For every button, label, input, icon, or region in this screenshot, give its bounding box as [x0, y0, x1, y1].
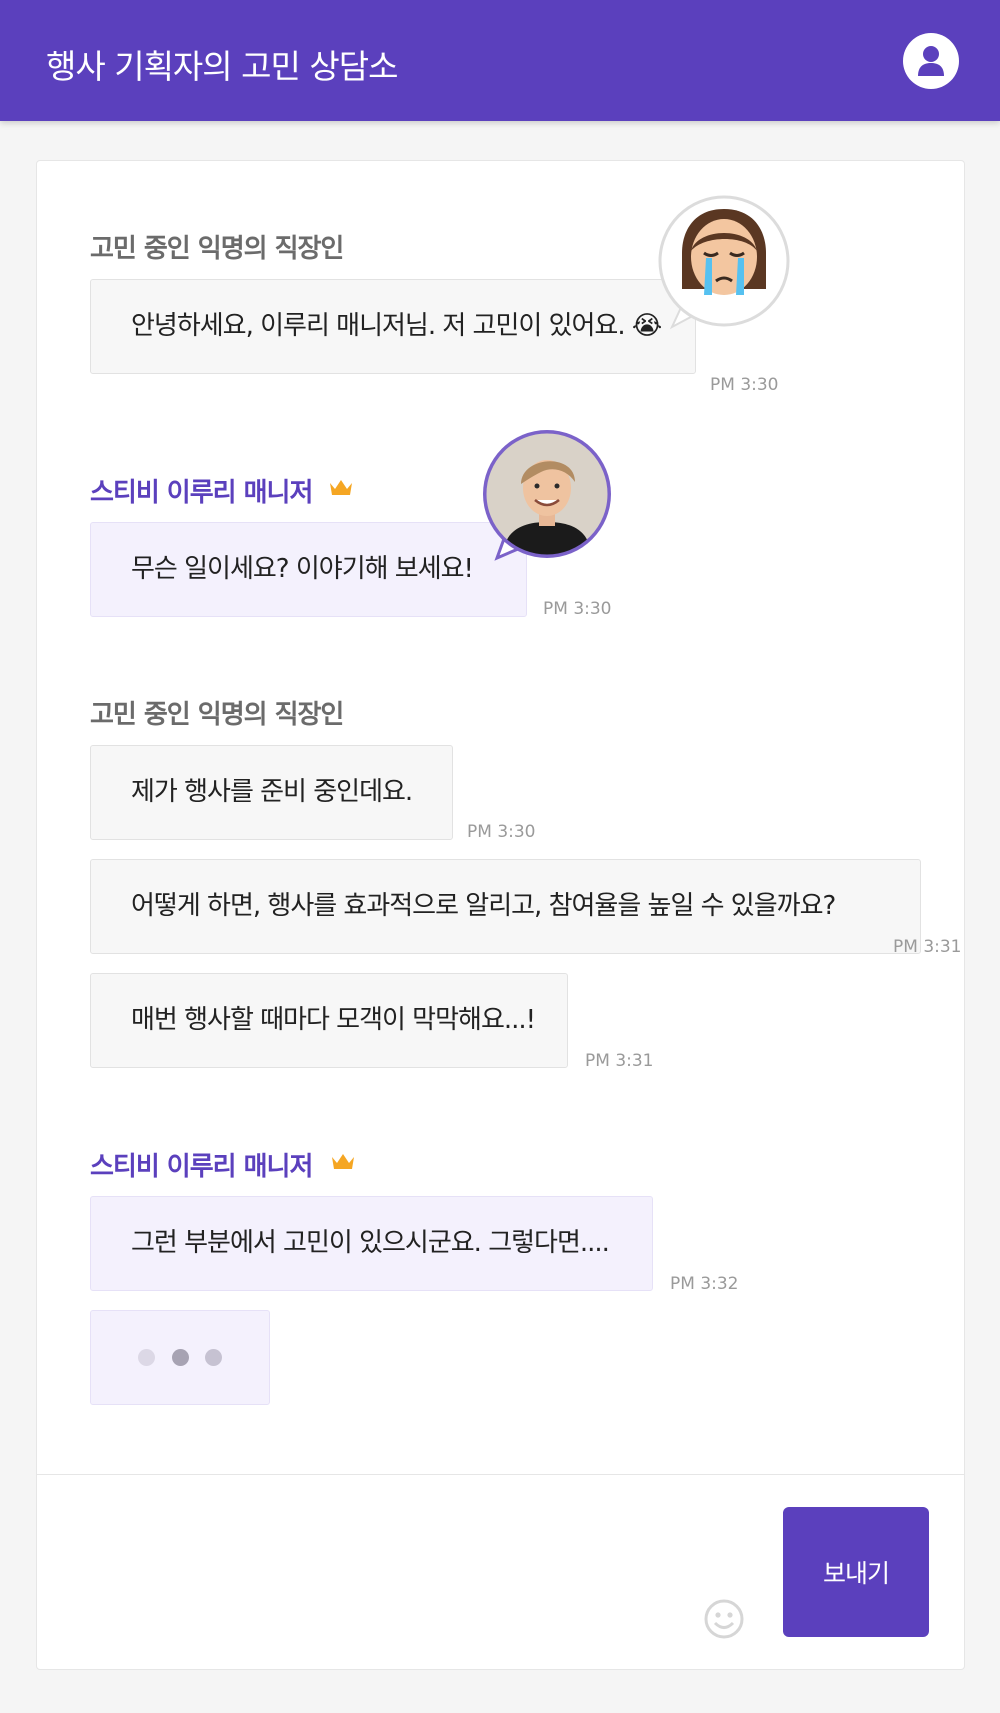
message-bubble: 어떻게 하면, 행사를 효과적으로 알리고, 참여율을 높일 수 있을까요?: [90, 859, 921, 954]
chat-panel: 고민 중인 익명의 직장인 안녕하세요, 이루리 매니저님. 저 고민이 있어요…: [36, 160, 965, 1670]
sender-name: 스티비 이루리 매니저: [90, 478, 313, 508]
typing-indicator: [90, 1310, 270, 1405]
crown-icon: [331, 1153, 355, 1175]
message-bubble: 제가 행사를 준비 중인데요.: [90, 745, 453, 840]
message-bubble: 안녕하세요, 이루리 매니저님. 저 고민이 있어요. 😭: [90, 279, 696, 374]
message-bubble: 매번 행사할 때마다 모객이 막막해요...!: [90, 973, 568, 1068]
typing-dot: [172, 1349, 189, 1366]
message-time: PM 3:31: [585, 1051, 654, 1071]
manager-avatar: [483, 430, 623, 574]
message-bubble: 무슨 일이세요? 이야기해 보세요!: [90, 522, 527, 617]
crying-face-icon: [654, 191, 802, 343]
message-time: PM 3:32: [670, 1274, 739, 1294]
message-time: PM 3:30: [543, 599, 612, 619]
app-header: 행사 기획자의 고민 상담소: [0, 0, 1000, 121]
user-profile-icon[interactable]: [903, 33, 959, 89]
smiley-face-icon[interactable]: [704, 1599, 744, 1643]
sender-name: 고민 중인 익명의 직장인: [90, 234, 344, 264]
message-time: PM 3:30: [467, 822, 536, 842]
page-title: 행사 기획자의 고민 상담소: [46, 47, 398, 86]
message-bubble: 그런 부분에서 고민이 있으시군요. 그렇다면....: [90, 1196, 653, 1291]
typing-dot: [138, 1349, 155, 1366]
typing-dot: [205, 1349, 222, 1366]
composer-divider: [37, 1474, 964, 1475]
message-time: PM 3:30: [710, 375, 779, 395]
message-time: PM 3:31: [893, 937, 962, 957]
sender-name: 고민 중인 익명의 직장인: [90, 700, 344, 730]
crown-icon: [329, 479, 353, 501]
send-button[interactable]: 보내기: [783, 1507, 929, 1637]
sender-name: 스티비 이루리 매니저: [90, 1152, 313, 1182]
